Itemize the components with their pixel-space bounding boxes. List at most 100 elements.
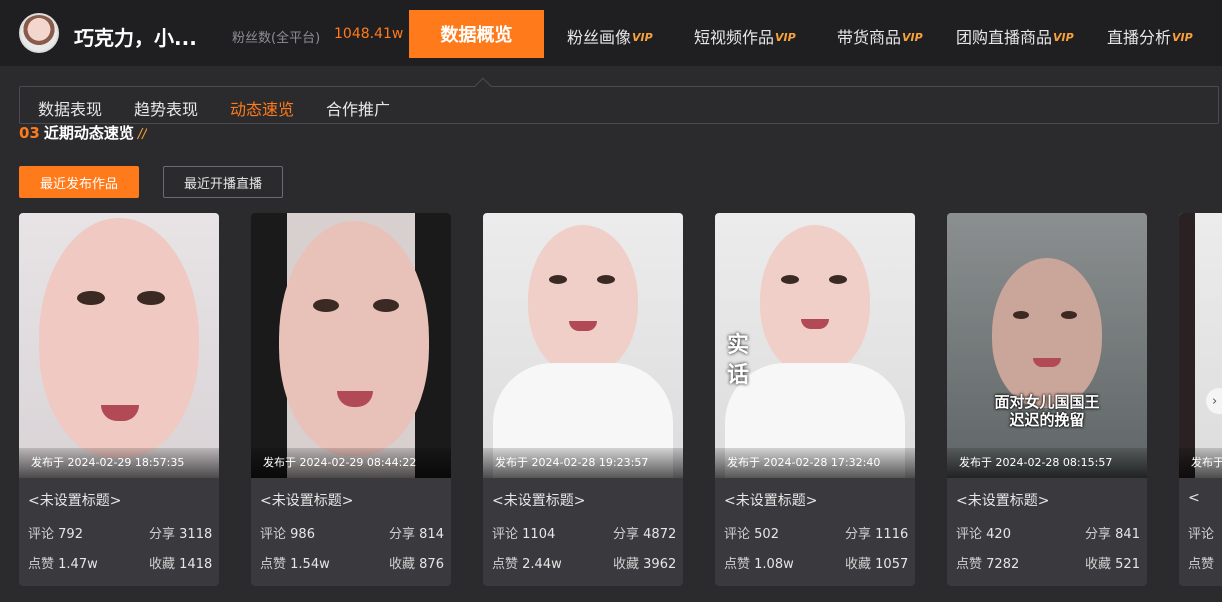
stat-likes: 点赞 (1188, 553, 1214, 572)
video-card[interactable]: 发布于 2024-02-28 19:23:57 <未设置标题> 评论 1104 … (483, 213, 683, 586)
stat-shares: 分享 1116 (845, 523, 908, 542)
stat-shares: 分享 814 (389, 523, 444, 542)
card-title: <未设置标题> (260, 493, 354, 509)
video-thumbnail[interactable]: 发布于 2024-02-29 08:44:22 (251, 213, 451, 478)
overlay-caption-line1: 面对女儿国国王 (994, 393, 1100, 411)
card-title: <未设置标题> (956, 493, 1050, 509)
stat-likes: 点赞 1.47w (28, 553, 98, 572)
stat-value: 792 (58, 527, 83, 542)
nav-label: 直播分析 (1107, 28, 1172, 47)
subnav-item-activity-overview[interactable]: 动态速览 (230, 96, 294, 120)
stat-label: 收藏 (613, 557, 640, 572)
stat-label: 评论 (1188, 527, 1215, 542)
stat-likes: 点赞 1.08w (724, 553, 794, 572)
stat-value: 1418 (179, 557, 213, 572)
nav-item-live-analysis[interactable]: 直播分析VIP (1107, 24, 1193, 48)
stat-comments: 评论 1104 (492, 523, 555, 542)
nav-item-data-overview[interactable]: 数据概览 (409, 10, 544, 58)
nav-label: 团购直播商品 (956, 28, 1053, 47)
vip-badge: VIP (1172, 31, 1193, 44)
vip-badge: VIP (632, 31, 653, 44)
nav-label: 粉丝画像 (567, 28, 632, 47)
publish-time: 发布于 2024-02-29 18:57:35 (19, 448, 219, 478)
stat-label: 点赞 (28, 557, 55, 572)
nav-label: 短视频作品 (694, 28, 775, 47)
stat-label: 点赞 (1188, 557, 1215, 572)
publish-time: 发布于 2024-02-28 08:15:57 (947, 448, 1147, 478)
nav-item-short-videos[interactable]: 短视频作品VIP (694, 24, 796, 48)
stat-value: 986 (290, 527, 315, 542)
video-card[interactable]: 面对女儿国国王 迟迟的挽留 发布于 2024-02-28 08:15:57 <未… (947, 213, 1147, 586)
publish-time: 发布于 2024-02-28 19:23:57 (483, 448, 683, 478)
stat-label: 分享 (149, 527, 176, 542)
video-card[interactable]: 实话 发布于 2024-02-28 17:32:40 <未设置标题> 评论 50… (715, 213, 915, 586)
stat-shares: 分享 841 (1085, 523, 1140, 542)
stat-label: 点赞 (724, 557, 751, 572)
recent-works-button[interactable]: 最近发布作品 (19, 166, 139, 198)
overlay-caption-line2: 迟迟的挽留 (1009, 411, 1085, 429)
stat-comments: 评论 792 (28, 523, 83, 542)
stat-label: 收藏 (1085, 557, 1112, 572)
video-thumbnail[interactable]: 面对女儿国国王 迟迟的挽留 发布于 2024-02-28 08:15:57 (947, 213, 1147, 478)
stat-value: 3118 (179, 527, 213, 542)
video-card[interactable]: 发布于 2024-02-29 08:44:22 <未设置标题> 评论 986 分… (251, 213, 451, 586)
stat-value: 1116 (875, 527, 909, 542)
avatar[interactable] (19, 13, 59, 53)
card-title: <未设置标题> (28, 493, 122, 509)
stat-favorites: 收藏 1057 (845, 553, 908, 572)
video-thumbnail[interactable]: 实话 发布于 2024-02-28 17:32:40 (715, 213, 915, 478)
subnav-item-cooperation[interactable]: 合作推广 (326, 96, 390, 120)
section-title: 03 近期动态速览// (19, 122, 147, 140)
stat-favorites: 收藏 521 (1085, 553, 1140, 572)
subnav-item-data-performance[interactable]: 数据表现 (38, 96, 102, 120)
stat-label: 分享 (613, 527, 640, 542)
stat-value: 1.08w (754, 557, 794, 572)
stat-value: 841 (1115, 527, 1140, 542)
video-card[interactable]: 发布于 2024-02-29 18:57:35 <未设置标题> 评论 792 分… (19, 213, 219, 586)
fans-label: 粉丝数(全平台) (232, 31, 321, 46)
stat-label: 点赞 (260, 557, 287, 572)
stat-label: 分享 (1085, 527, 1112, 542)
stat-label: 点赞 (492, 557, 519, 572)
video-thumbnail[interactable]: 发布于 2024-02-28 19:23:57 (483, 213, 683, 478)
stat-label: 评论 (956, 527, 983, 542)
stat-value: 4872 (643, 527, 677, 542)
stat-label: 评论 (260, 527, 287, 542)
overlay-caption: 实话 (726, 333, 749, 388)
stat-label: 评论 (724, 527, 751, 542)
stat-comments: 评论 986 (260, 523, 315, 542)
publish-time: 发布于 (1179, 448, 1222, 478)
stat-value: 420 (986, 527, 1011, 542)
stat-comments: 评论 420 (956, 523, 1011, 542)
stat-value: 1.54w (290, 557, 330, 572)
stat-value: 7282 (986, 557, 1020, 572)
stat-value: 521 (1115, 557, 1140, 572)
stat-shares: 分享 4872 (613, 523, 676, 542)
stat-label: 点赞 (956, 557, 983, 572)
video-thumbnail[interactable]: 发布于 (1179, 213, 1222, 478)
stat-value: 1057 (875, 557, 909, 572)
stat-likes: 点赞 1.54w (260, 553, 330, 572)
stat-favorites: 收藏 3962 (613, 553, 676, 572)
card-title: < (1188, 490, 1200, 506)
vip-badge: VIP (1053, 31, 1074, 44)
stat-value: 502 (754, 527, 779, 542)
vip-badge: VIP (775, 31, 796, 44)
username: 巧克力，小... (74, 26, 197, 50)
chevron-right-icon: › (1212, 393, 1218, 409)
nav-item-group-live-products[interactable]: 团购直播商品VIP (956, 24, 1074, 48)
stat-value: 876 (419, 557, 444, 572)
section-title-text: 近期动态速览 (43, 124, 134, 140)
stat-label: 评论 (28, 527, 55, 542)
nav-item-fans-profile[interactable]: 粉丝画像VIP (567, 24, 653, 48)
stat-comments: 评论 (1188, 523, 1214, 542)
video-thumbnail[interactable]: 发布于 2024-02-29 18:57:35 (19, 213, 219, 478)
stat-comments: 评论 502 (724, 523, 779, 542)
stat-value: 1104 (522, 527, 556, 542)
recent-live-button[interactable]: 最近开播直播 (163, 166, 283, 198)
subnav-item-trend-performance[interactable]: 趋势表现 (134, 96, 198, 120)
nav-item-products[interactable]: 带货商品VIP (837, 24, 923, 48)
top-bar: 巧克力，小... 粉丝数(全平台) 1048.41w 数据概览 粉丝画像VIP … (0, 0, 1222, 66)
stat-likes: 点赞 7282 (956, 553, 1019, 572)
sub-nav: 数据表现 趋势表现 动态速览 合作推广 (19, 86, 1219, 124)
